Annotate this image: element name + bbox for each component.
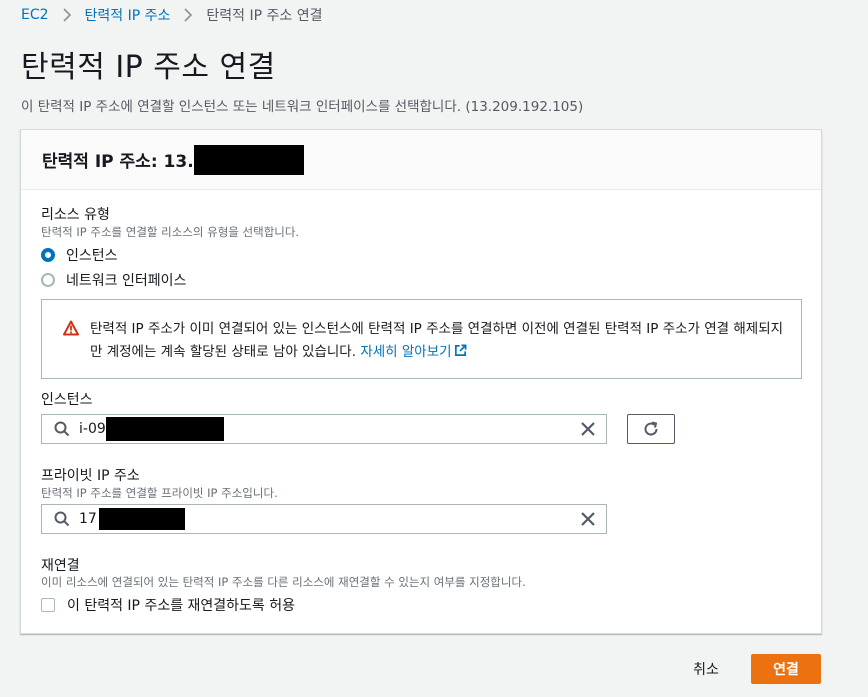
instance-value-text: i-09	[79, 421, 106, 437]
learn-more-link-label: 자세히 알아보기	[360, 344, 452, 360]
private-ip-label: 프라이빗 IP 주소	[41, 468, 140, 484]
warning-alert: 탄력적 IP 주소가 이미 연결되어 있는 인스턴스에 탄력적 IP 주소를 연…	[41, 299, 802, 379]
resource-type-label: 리소스 유형	[41, 207, 110, 223]
chevron-right-icon	[183, 8, 193, 22]
radio-unselected-icon	[41, 273, 55, 287]
redacted-block	[193, 145, 304, 175]
instance-label: 인스턴스	[41, 392, 93, 408]
radio-instance[interactable]: 인스턴스	[41, 245, 118, 265]
search-icon	[54, 511, 70, 527]
checkbox-unchecked-icon	[41, 598, 55, 612]
reassociate-checkbox-label: 이 탄력적 IP 주소를 재연결하도록 허용	[67, 598, 296, 614]
instance-value: i-09	[79, 417, 224, 441]
breadcrumb-ec2-link[interactable]: EC2	[21, 7, 49, 23]
cancel-button[interactable]: 취소	[678, 655, 734, 683]
warning-icon	[63, 320, 79, 336]
reassociate-label: 재연결	[41, 558, 80, 574]
clear-icon[interactable]	[580, 421, 596, 437]
warning-text: 탄력적 IP 주소가 이미 연결되어 있는 인스턴스에 탄력적 IP 주소를 연…	[90, 318, 785, 364]
page-title: 탄력적 IP 주소 연결	[21, 50, 276, 85]
private-ip-search-input[interactable]: 17	[41, 504, 607, 534]
breadcrumb-current: 탄력적 IP 주소 연결	[206, 8, 323, 24]
radio-selected-icon	[41, 248, 55, 262]
associate-panel: 탄력적 IP 주소: 13. 리소스 유형 탄력적 IP 주소를 연결할 리소스…	[20, 129, 822, 634]
page-description: 이 탄력적 IP 주소에 연결할 인스턴스 또는 네트워크 인터페이스를 선택합…	[21, 99, 584, 115]
redacted-block	[105, 417, 224, 441]
refresh-button[interactable]	[627, 414, 675, 444]
radio-instance-label: 인스턴스	[66, 248, 118, 264]
private-ip-value: 17	[79, 508, 185, 530]
redacted-block	[98, 508, 185, 530]
radio-network-interface[interactable]: 네트워크 인터페이스	[41, 270, 186, 290]
reassociate-checkbox[interactable]: 이 탄력적 IP 주소를 재연결하도록 허용	[41, 595, 295, 615]
clear-icon[interactable]	[580, 511, 596, 527]
reassociate-description: 이미 리소스에 연결되어 있는 탄력적 IP 주소를 다른 리소스에 재연결할 …	[41, 575, 526, 589]
private-ip-value-text: 17	[79, 511, 97, 527]
panel-title-text: 탄력적 IP 주소: 13.	[42, 152, 194, 172]
chevron-right-icon	[62, 8, 72, 22]
radio-network-interface-label: 네트워크 인터페이스	[66, 273, 187, 289]
associate-button[interactable]: 연결	[751, 654, 821, 684]
resource-type-description: 탄력적 IP 주소를 연결할 리소스의 유형을 선택합니다.	[41, 225, 300, 239]
panel-title: 탄력적 IP 주소: 13.	[42, 145, 304, 177]
breadcrumb: EC2 탄력적 IP 주소 탄력적 IP 주소 연결	[21, 5, 323, 25]
external-link-icon	[454, 344, 467, 356]
refresh-icon	[644, 421, 658, 436]
search-icon	[54, 421, 70, 437]
panel-header: 탄력적 IP 주소: 13.	[21, 130, 821, 190]
breadcrumb-elastic-ip-link[interactable]: 탄력적 IP 주소	[85, 5, 171, 25]
private-ip-description: 탄력적 IP 주소를 연결할 프라이빗 IP 주소입니다.	[41, 486, 278, 500]
learn-more-link[interactable]: 자세히 알아보기	[360, 344, 467, 360]
instance-search-input[interactable]: i-09	[41, 414, 607, 444]
